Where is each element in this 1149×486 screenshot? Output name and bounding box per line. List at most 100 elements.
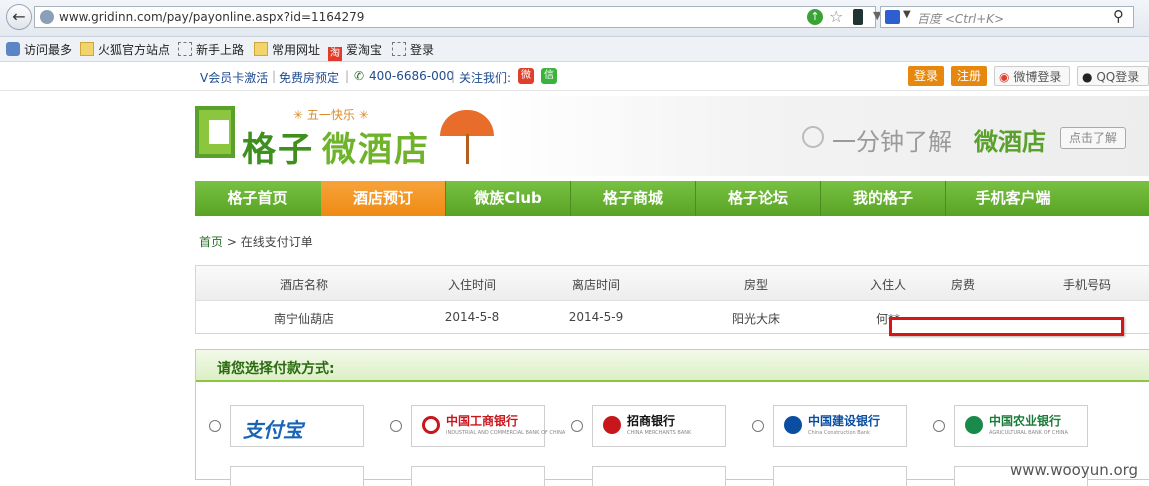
folder-icon [80,42,94,56]
payment-option-more-3[interactable] [592,466,726,486]
nav-hotel-booking[interactable]: 酒店预订 [321,181,445,216]
cell-checkin: 2014-5-8 [444,310,500,324]
payment-header: 请您选择付款方式: [196,350,1149,382]
back-arrow-icon[interactable]: ← [6,4,32,30]
slogan-highlight: 微酒店 [974,128,1046,156]
weibo-login-button[interactable]: ◉ 微博登录 [994,66,1070,86]
logo-icon[interactable] [195,106,235,158]
wechat-icon[interactable]: 信 [541,68,557,84]
main-nav: 格子首页 酒店预订 微族Club 格子商城 格子论坛 我的格子 手机客户端 [195,181,1149,216]
payment-option-cmb[interactable]: 招商银行 CHINA MERCHANTS BANK [592,405,726,447]
qq-login-button[interactable]: ● QQ登录 [1077,66,1149,86]
divider: | [451,69,456,83]
umbrella-pole [466,134,469,164]
search-engine-dropdown-icon[interactable]: ▼ [903,9,911,20]
divider: | [272,69,277,83]
bookmark-star-icon[interactable]: ☆ [829,7,843,26]
radio-alipay[interactable] [209,420,221,432]
nav-mobile-client[interactable]: 手机客户端 [946,181,1080,216]
breadcrumb-separator: > [226,235,241,249]
icbc-logo-icon [422,416,440,434]
radio-cmb[interactable] [571,420,583,432]
clock-icon [802,126,824,148]
nav-mall[interactable]: 格子商城 [571,181,695,216]
payment-option-more-2[interactable] [411,466,545,486]
logo-text-gezi[interactable]: 格子 [242,122,314,171]
most-visited-icon [6,42,20,56]
divider: | [345,69,350,83]
col-price: 房费 [950,278,976,292]
go-arrow-icon[interactable]: ↑ [807,9,823,25]
payment-option-more-1[interactable] [230,466,364,486]
nav-home[interactable]: 格子首页 [195,181,320,216]
cell-checkout: 2014-5-9 [568,310,624,324]
beach-umbrella-icon [440,110,494,136]
abc-logo-icon [965,416,983,434]
payment-option-icbc[interactable]: 中国工商银行 INDUSTRIAL AND COMMERCIAL BANK OF… [411,405,565,447]
breadcrumb-current: 在线支付订单 [240,235,313,249]
promo-label: ✳ 五一快乐 ✳ [293,108,369,122]
baidu-icon[interactable] [885,10,900,24]
folder-icon [254,42,268,56]
page-icon [178,42,192,56]
payment-option-more-4[interactable] [773,466,907,486]
redaction-box [889,317,1124,336]
logo-text-weijiudian[interactable]: 微酒店 [322,122,430,171]
breadcrumb: 首页 > 在线支付订单 [199,233,313,250]
col-phone: 手机号码 [1062,278,1112,292]
globe-icon [40,10,54,24]
nav-club[interactable]: 微族Club [446,181,570,216]
search-input[interactable]: 百度 <Ctrl+K> [917,10,1004,27]
col-guest: 入住人 [869,278,907,292]
col-checkout: 离店时间 [571,278,621,292]
weibo-icon: ◉ [999,70,1010,84]
learn-more-button[interactable]: 点击了解 [1060,127,1126,149]
address-bar[interactable]: www.gridinn.com/pay/payonline.aspx?id=11… [34,6,904,28]
search-icon[interactable]: ⚲ [1113,7,1124,25]
page-icon [392,42,406,56]
payment-option-ccb[interactable]: 中国建设银行 China Construction Bank [773,405,907,447]
vip-activate-link[interactable]: V会员卡激活 [200,69,268,86]
payment-title: 请您选择付款方式: [217,361,335,377]
cell-room-type: 阳光大床 [731,312,781,326]
payment-option-abc[interactable]: 中国农业银行 AGRICULTURAL BANK OF CHINA [954,405,1088,447]
radio-icbc[interactable] [390,420,402,432]
qq-penguin-icon: ● [1082,70,1093,84]
bookmark-most-visited[interactable]: 访问最多 [6,41,72,57]
bookmark-getting-started[interactable]: 新手上路 [178,41,244,57]
free-booking-link[interactable]: 免费房预定 [279,69,339,86]
bookmark-login[interactable]: 登录 [392,41,434,57]
cell-hotel-name: 南宁仙葫店 [273,312,335,326]
alipay-logo: 支付宝 [243,418,303,442]
site-top-bar: V会员卡激活 | 免费房预定 | ✆ 400-6686-000 | 关注我们: … [0,62,1149,91]
slogan-text: 一分钟了解 [832,128,952,156]
hotline-number: 400-6686-000 [369,69,455,83]
phone-icon: ✆ [354,69,365,83]
cmb-logo-icon [603,416,621,434]
watermark: www.wooyun.org [1010,461,1139,479]
col-room-type: 房型 [743,278,769,292]
search-box[interactable]: ▼ 百度 <Ctrl+K> ⚲ [880,6,1134,28]
weibo-icon[interactable]: 微 [518,68,534,84]
payment-option-alipay[interactable]: 支付宝 [230,405,364,447]
radio-abc[interactable] [933,420,945,432]
mobile-icon[interactable] [853,9,863,25]
bookmark-aitaobao[interactable]: 淘爱淘宝 [328,41,382,61]
bookmark-common-sites[interactable]: 常用网址 [254,41,320,57]
breadcrumb-home[interactable]: 首页 [199,235,223,249]
taobao-icon: 淘 [328,47,342,61]
col-hotel-name: 酒店名称 [279,278,329,292]
bookmarks-bar: 访问最多 火狐官方站点 新手上路 常用网址 淘爱淘宝 登录 [0,37,1149,62]
address-text[interactable]: www.gridinn.com/pay/payonline.aspx?id=11… [59,10,364,24]
browser-toolbar: ← www.gridinn.com/pay/payonline.aspx?id=… [0,0,1149,37]
register-button[interactable]: 注册 [951,66,987,86]
col-checkin: 入住时间 [447,278,497,292]
login-button[interactable]: 登录 [908,66,944,86]
order-table-header [196,266,1149,301]
nav-forum[interactable]: 格子论坛 [696,181,820,216]
bookmark-firefox-site[interactable]: 火狐官方站点 [80,41,170,57]
nav-my-gezi[interactable]: 我的格子 [821,181,945,216]
follow-us-label: 关注我们: [459,71,512,85]
ccb-logo-icon [784,416,802,434]
radio-ccb[interactable] [752,420,764,432]
